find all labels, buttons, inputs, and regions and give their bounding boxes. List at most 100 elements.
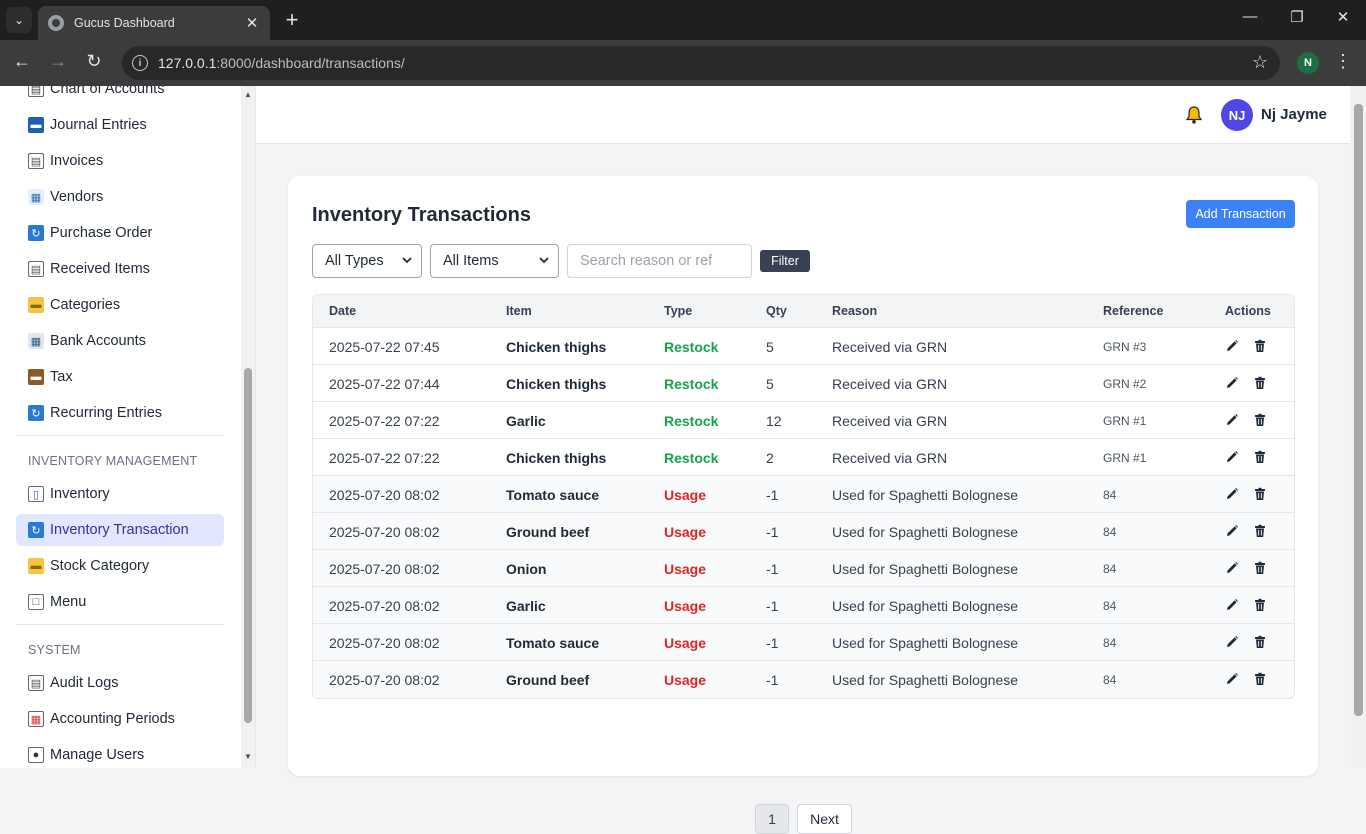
- delete-trash-icon[interactable]: [1253, 376, 1267, 390]
- sidebar-item-label: Bank Accounts: [50, 333, 146, 349]
- column-reason[interactable]: Reason: [832, 304, 877, 318]
- user-avatar[interactable]: NJ: [1221, 99, 1253, 131]
- delete-trash-icon[interactable]: [1253, 450, 1267, 464]
- edit-pencil-icon[interactable]: [1225, 339, 1239, 353]
- delete-trash-icon[interactable]: [1253, 635, 1267, 649]
- filter-button[interactable]: Filter: [760, 250, 810, 272]
- page-title: Inventory Transactions: [312, 204, 531, 226]
- add-transaction-button[interactable]: Add Transaction: [1186, 200, 1295, 228]
- user-name[interactable]: Nj Jayme: [1261, 106, 1327, 123]
- sidebar-item-inventory[interactable]: ▯ Inventory: [16, 478, 224, 510]
- scroll-up-arrow-icon[interactable]: ▲: [243, 90, 253, 99]
- cell-date: 2025-07-20 08:02: [329, 598, 440, 614]
- column-qty[interactable]: Qty: [766, 304, 787, 318]
- site-info-icon[interactable]: i: [132, 55, 148, 71]
- edit-pencil-icon[interactable]: [1225, 598, 1239, 612]
- url-text: 127.0.0.1:8000/dashboard/transactions/: [158, 55, 405, 71]
- sidebar-section-inventory: INVENTORY MANAGEMENT: [28, 454, 198, 468]
- cell-item: Chicken thighs: [506, 450, 607, 466]
- forward-arrow-icon[interactable]: →: [46, 51, 70, 72]
- new-tab-plus-icon[interactable]: +: [282, 8, 302, 32]
- sidebar-item-invoices[interactable]: ▤ Invoices: [16, 145, 224, 177]
- sidebar-item-label: Categories: [50, 297, 121, 313]
- search-placeholder: Search reason or ref: [580, 253, 713, 269]
- cell-reason: Used for Spaghetti Bolognese: [832, 524, 1019, 540]
- cell-type: Usage: [664, 561, 707, 577]
- browser-menu-icon[interactable]: ⋮: [1334, 51, 1352, 72]
- sidebar-item-accounting-periods[interactable]: ▦ Accounting Periods: [16, 703, 224, 735]
- edit-pencil-icon[interactable]: [1225, 450, 1239, 464]
- delete-trash-icon[interactable]: [1253, 487, 1267, 501]
- item-filter-select[interactable]: All Items: [430, 244, 559, 278]
- edit-pencil-icon[interactable]: [1225, 672, 1239, 686]
- edit-pencil-icon[interactable]: [1225, 635, 1239, 649]
- notification-bell-icon[interactable]: [1184, 105, 1204, 125]
- column-reference[interactable]: Reference: [1103, 304, 1163, 318]
- cell-reference: 84: [1103, 636, 1117, 650]
- sidebar-item-audit-logs[interactable]: ▤ Audit Logs: [16, 667, 224, 699]
- column-date[interactable]: Date: [329, 304, 356, 318]
- sidebar-item-purchase-order[interactable]: ↻ Purchase Order: [16, 217, 224, 249]
- type-filter-select[interactable]: All Types: [312, 244, 422, 278]
- sidebar-item-manage-users[interactable]: ● Manage Users: [16, 739, 224, 768]
- cell-item: Ground beef: [506, 524, 590, 540]
- cell-item: Garlic: [506, 598, 546, 614]
- delete-trash-icon[interactable]: [1253, 561, 1267, 575]
- cell-reference: 84: [1103, 673, 1117, 687]
- sidebar-item-inventory-transaction[interactable]: ↻ Inventory Transaction: [16, 514, 224, 546]
- sidebar-scroll-thumb[interactable]: [244, 368, 252, 723]
- sidebar-item-received-items[interactable]: ▤ Received Items: [16, 253, 224, 285]
- cell-type: Restock: [664, 376, 719, 392]
- sidebar-item-tax[interactable]: ▬ Tax: [16, 361, 224, 393]
- cell-qty: -1: [766, 672, 779, 688]
- browser-toolbar: ← → ↻ i 127.0.0.1:8000/dashboard/transac…: [0, 40, 1366, 86]
- search-input[interactable]: Search reason or ref: [567, 244, 752, 278]
- delete-trash-icon[interactable]: [1253, 413, 1267, 427]
- column-item[interactable]: Item: [506, 304, 532, 318]
- sidebar-item-vendors[interactable]: ▦ Vendors: [16, 181, 224, 213]
- edit-pencil-icon[interactable]: [1225, 561, 1239, 575]
- edit-pencil-icon[interactable]: [1225, 487, 1239, 501]
- close-window-icon[interactable]: ✕: [1333, 8, 1353, 26]
- tab-search-chevron-icon[interactable]: ⌄: [6, 7, 32, 33]
- sidebar: ▤ Chart of Accounts ▬ Journal Entries ▤ Invoi…: [0, 86, 256, 768]
- sidebar-item-menu[interactable]: □ Menu: [16, 586, 224, 618]
- restore-icon[interactable]: ❐: [1287, 8, 1307, 26]
- minimize-icon[interactable]: —: [1240, 8, 1260, 25]
- edit-pencil-icon[interactable]: [1225, 524, 1239, 538]
- sidebar-item-stock-category[interactable]: ▬ Stock Category: [16, 550, 224, 582]
- scroll-down-arrow-icon[interactable]: ▼: [243, 752, 253, 761]
- close-tab-icon[interactable]: ✕: [244, 14, 260, 32]
- table-row: 2025-07-22 07:44 Chicken thighs Restock 5 Re…: [313, 365, 1294, 402]
- cell-reference: 84: [1103, 525, 1117, 539]
- delete-trash-icon[interactable]: [1253, 524, 1267, 538]
- cell-date: 2025-07-20 08:02: [329, 561, 440, 577]
- delete-trash-icon[interactable]: [1253, 598, 1267, 612]
- sidebar-item-bank-accounts[interactable]: ▦ Bank Accounts: [16, 325, 224, 357]
- sidebar-item-journal-entries[interactable]: ▬ Journal Entries: [16, 109, 224, 141]
- profile-avatar[interactable]: N: [1297, 52, 1319, 74]
- reload-icon[interactable]: ↻: [82, 51, 106, 72]
- sidebar-item-categories[interactable]: ▬ Categories: [16, 289, 224, 321]
- delete-trash-icon[interactable]: [1253, 339, 1267, 353]
- back-arrow-icon[interactable]: ←: [10, 51, 34, 72]
- edit-pencil-icon[interactable]: [1225, 413, 1239, 427]
- address-bar[interactable]: i 127.0.0.1:8000/dashboard/transactions/…: [122, 46, 1280, 80]
- bookmark-star-icon[interactable]: ☆: [1252, 52, 1268, 73]
- column-type[interactable]: Type: [664, 304, 692, 318]
- cell-item: Garlic: [506, 413, 546, 429]
- cell-date: 2025-07-22 07:44: [329, 376, 440, 392]
- cell-reference: GRN #1: [1103, 451, 1147, 465]
- page-1-button[interactable]: 1: [755, 804, 789, 834]
- browser-tab[interactable]: Gucus Dashboard ✕: [38, 6, 270, 40]
- page-scroll-thumb[interactable]: [1354, 104, 1363, 716]
- delete-trash-icon[interactable]: [1253, 672, 1267, 686]
- sidebar-item-label: Invoices: [50, 153, 104, 169]
- sidebar-item-chart-of-accounts[interactable]: ▤ Chart of Accounts: [16, 86, 224, 105]
- next-page-button[interactable]: Next: [797, 804, 852, 834]
- edit-pencil-icon[interactable]: [1225, 376, 1239, 390]
- document-icon: ▤: [28, 153, 44, 169]
- sidebar-item-recurring-entries[interactable]: ↻ Recurring Entries: [16, 397, 224, 429]
- chevron-down-icon: [402, 257, 412, 264]
- sidebar-item-label: Tax: [50, 369, 73, 385]
